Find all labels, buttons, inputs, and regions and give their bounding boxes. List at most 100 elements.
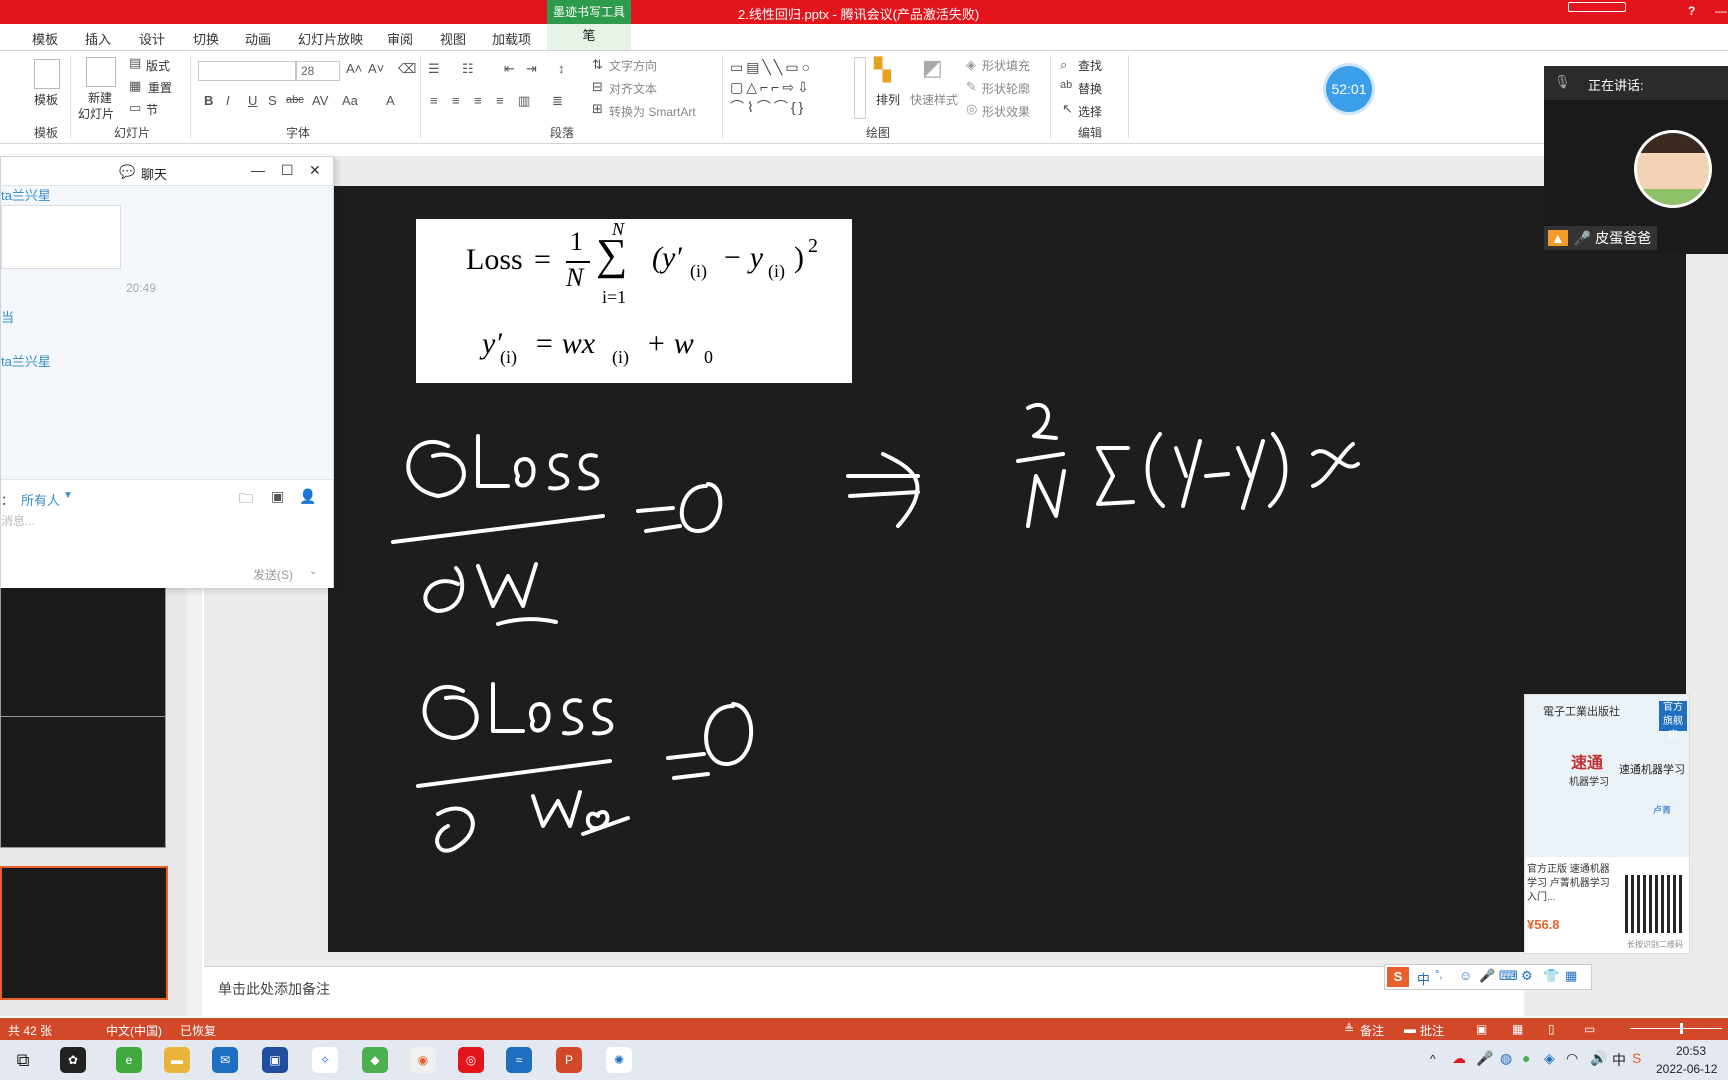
qr-code[interactable] (1625, 875, 1683, 933)
new-slide-icon[interactable] (86, 57, 116, 87)
ime-indicator-icon[interactable]: 中 (1612, 1050, 1626, 1070)
comment-icon[interactable]: ▬ (1404, 1022, 1416, 1036)
font-name-combo[interactable] (198, 61, 296, 81)
tab-addins[interactable]: 加载项 (492, 29, 531, 48)
volume-icon[interactable]: 🔊 (1590, 1050, 1607, 1067)
slideshow-icon[interactable]: ▭ (1584, 1022, 1595, 1036)
grow-font-icon[interactable]: A˄ (346, 61, 362, 76)
chat-image-message[interactable] (1, 205, 121, 269)
browser-icon[interactable]: e (116, 1047, 142, 1073)
increase-indent-icon[interactable]: ⇥ (526, 61, 537, 77)
tab-animations[interactable]: 动画 (245, 29, 271, 48)
change-case-icon[interactable]: Aa (342, 93, 358, 108)
convert-smartart-button[interactable]: 转换为 SmartArt (609, 103, 696, 120)
chat-close-icon[interactable]: ✕ (309, 162, 321, 179)
shadow-icon[interactable]: S (268, 93, 277, 108)
app-icon[interactable]: ◉ (410, 1047, 436, 1073)
shapes-gallery-scroll[interactable] (854, 57, 866, 119)
text-box-align-icon[interactable]: ≣ (552, 93, 563, 109)
sogou-tray-icon[interactable]: S (1632, 1050, 1641, 1066)
reset-button[interactable]: 重置 (148, 79, 172, 96)
notes-toggle[interactable]: 备注 (1360, 1022, 1384, 1039)
text-direction-button[interactable]: 文字方向 (609, 57, 657, 74)
ad-description[interactable]: 官方正版 速通机器学习 卢菁机器学习入门... (1527, 863, 1619, 905)
chat-sender-name[interactable]: 当 (1, 307, 14, 326)
emoji-icon[interactable]: ☺ (1459, 968, 1472, 983)
tab-design[interactable]: 设计 (139, 29, 165, 48)
find-button[interactable]: 查找 (1078, 57, 1102, 74)
active-speaker-panel[interactable]: 🎙 正在讲话: ▲ 🎤 皮蛋爸爸 (1544, 66, 1728, 254)
app-icon[interactable]: ✧ (312, 1047, 338, 1073)
chevron-down-icon[interactable]: ▼ (63, 490, 73, 501)
tray-chevron-icon[interactable]: ^ (1430, 1052, 1436, 1066)
tab-pen[interactable]: 笔 (547, 24, 631, 50)
tab-insert[interactable]: 插入 (85, 29, 111, 48)
template-button[interactable]: 模板 (34, 91, 58, 108)
slide-sorter-icon[interactable]: ▦ (1512, 1022, 1523, 1036)
tray-steam-icon[interactable]: ◍ (1500, 1050, 1512, 1067)
chat-sender-name[interactable]: ta兰兴星 (1, 185, 51, 204)
announcement-icon[interactable]: ▣ (271, 488, 284, 505)
tab-transitions[interactable]: 切换 (193, 29, 219, 48)
font-color-icon[interactable]: A (386, 93, 395, 108)
app-icon[interactable]: ◆ (362, 1047, 388, 1073)
tab-review[interactable]: 审阅 (387, 29, 413, 48)
tencent-meeting-icon[interactable]: ✺ (606, 1047, 632, 1073)
taskbar-time[interactable]: 20:53 (1676, 1044, 1706, 1058)
notes-icon[interactable]: ≜ (1344, 1022, 1354, 1036)
tab-slideshow[interactable]: 幻灯片放映 (298, 29, 363, 48)
section-button[interactable]: 节 (146, 101, 158, 118)
store-icon[interactable]: ▣ (262, 1047, 288, 1073)
voice-input-icon[interactable]: 🎤 (1479, 968, 1495, 984)
task-view-icon[interactable]: ⧉ (10, 1047, 36, 1073)
zoom-slider[interactable] (1630, 1028, 1722, 1029)
zoom-slider-thumb[interactable] (1680, 1023, 1683, 1034)
help-button[interactable]: ? (1688, 4, 1695, 18)
tray-app-icon[interactable]: ☁ (1452, 1050, 1466, 1067)
align-text-button[interactable]: 对齐文本 (609, 80, 657, 97)
tab-template[interactable]: 模板 (32, 29, 58, 48)
send-options-chevron-icon[interactable]: ⌄ (309, 566, 317, 577)
speaker-notes-pane[interactable]: 单击此处添加备注 (204, 966, 1524, 1017)
clear-format-icon[interactable]: ⌫ (398, 61, 416, 77)
ink-tools-contextual-tab[interactable]: 墨迹书写工具 (547, 0, 631, 24)
line-spacing-icon[interactable]: ↕ (558, 61, 565, 76)
mail-icon[interactable]: ✉ (212, 1047, 238, 1073)
chat-titlebar[interactable]: 💬 聊天 — ☐ ✕ (1, 157, 333, 186)
tray-app-icon[interactable]: ◈ (1544, 1050, 1555, 1067)
language-indicator[interactable]: 中文(中国) (106, 1022, 162, 1039)
slide-thumbnail-selected[interactable] (0, 866, 168, 1000)
align-center-icon[interactable]: ≡ (452, 93, 460, 108)
shape-effects-button[interactable]: 形状效果 (982, 103, 1030, 120)
tray-app-icon[interactable]: ● (1522, 1050, 1530, 1066)
person-settings-icon[interactable]: 👤 (299, 488, 316, 505)
chat-window[interactable]: 💬 聊天 — ☐ ✕ ta兰兴星 20:49 当 ta兰兴星 ： 所有人 ▼ 🗀… (0, 156, 334, 588)
tray-microphone-icon[interactable]: 🎤 (1476, 1050, 1493, 1067)
shape-outline-button[interactable]: 形状轮廓 (982, 80, 1030, 97)
decrease-indent-icon[interactable]: ⇤ (504, 61, 515, 77)
send-button[interactable]: 发送(S) (253, 566, 293, 583)
slide-thumbnail[interactable] (0, 586, 166, 718)
slide-thumbnail[interactable] (0, 716, 166, 848)
powerpoint-icon[interactable]: P (556, 1047, 582, 1073)
chat-minimize-icon[interactable]: — (251, 162, 265, 178)
comments-toggle[interactable]: 批注 (1420, 1022, 1444, 1039)
justify-icon[interactable]: ≡ (496, 93, 504, 108)
template-icon[interactable] (34, 59, 60, 89)
align-left-icon[interactable]: ≡ (430, 93, 438, 108)
notes-placeholder[interactable]: 单击此处添加备注 (218, 979, 330, 999)
meeting-timer[interactable]: 52:01 (1326, 66, 1372, 112)
chat-message-input[interactable]: 消息... (1, 512, 35, 529)
tab-view[interactable]: 视图 (440, 29, 466, 48)
numbering-icon[interactable]: ☷ (462, 61, 474, 77)
sogou-logo-icon[interactable]: S (1387, 967, 1409, 987)
skin-icon[interactable]: 👕 (1543, 968, 1559, 984)
replace-button[interactable]: 替换 (1078, 80, 1102, 97)
chat-sender-name[interactable]: ta兰兴星 (1, 351, 51, 370)
app-icon[interactable]: ✿ (60, 1047, 86, 1073)
underline-icon[interactable]: U (248, 93, 257, 108)
toolbox-icon[interactable]: ⚙ (1521, 968, 1533, 984)
file-explorer-icon[interactable]: ▬ (164, 1047, 190, 1073)
bullets-icon[interactable]: ☰ (428, 61, 440, 77)
ime-punctuation-toggle[interactable]: °, (1435, 969, 1442, 981)
